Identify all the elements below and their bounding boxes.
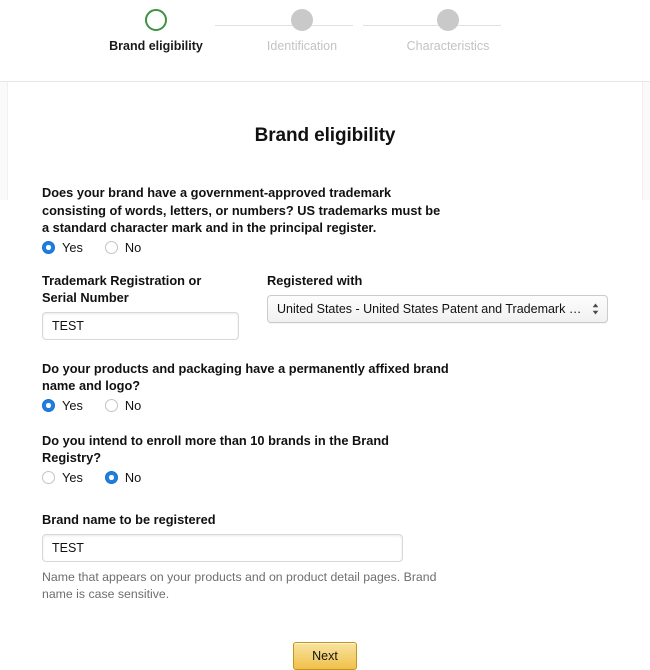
question-affixed-brand-group: Do your products and packaging have a pe… xyxy=(42,360,608,413)
radio-button-icon[interactable] xyxy=(105,399,118,412)
question-trademark-text: Does your brand have a government-approv… xyxy=(42,184,450,237)
form-content: Brand eligibility Does your brand have a… xyxy=(0,82,650,670)
registered-with-field-group: Registered with United States - United S… xyxy=(267,272,608,340)
stepper-step-label: Characteristics xyxy=(407,38,490,54)
radio-button-icon[interactable] xyxy=(42,399,55,412)
brand-eligibility-form: Does your brand have a government-approv… xyxy=(42,184,608,670)
question-enroll-brands-group: Do you intend to enroll more than 10 bra… xyxy=(42,432,608,485)
radio-button-icon[interactable] xyxy=(42,471,55,484)
radio-label: No xyxy=(125,241,141,255)
registered-with-label: Registered with xyxy=(267,272,608,289)
question-affixed-brand-text: Do your products and packaging have a pe… xyxy=(42,360,450,395)
radio-option-enroll-yes[interactable]: Yes xyxy=(42,471,83,485)
trademark-number-label: Trademark Registration or Serial Number xyxy=(42,272,239,306)
next-button[interactable]: Next xyxy=(293,642,357,670)
brand-name-input[interactable] xyxy=(42,534,403,562)
step-circle-pending-icon xyxy=(437,9,459,31)
radio-button-icon[interactable] xyxy=(105,241,118,254)
radio-option-enroll-no[interactable]: No xyxy=(105,471,141,485)
stepper-step-brand-eligibility[interactable]: Brand eligibility xyxy=(96,6,216,54)
step-dot-wrap xyxy=(291,6,313,34)
brand-name-help-text: Name that appears on your products and o… xyxy=(42,569,464,604)
trademark-number-input[interactable] xyxy=(42,312,239,340)
question-affixed-brand-radio-group: Yes No xyxy=(42,399,608,413)
page-body: Brand eligibility Does your brand have a… xyxy=(0,82,650,613)
radio-label: No xyxy=(125,471,141,485)
radio-label: No xyxy=(125,399,141,413)
radio-option-affixed-no[interactable]: No xyxy=(105,399,141,413)
radio-button-icon[interactable] xyxy=(42,241,55,254)
step-dot-wrap xyxy=(145,6,167,34)
radio-label: Yes xyxy=(62,399,83,413)
question-trademark-radio-group: Yes No xyxy=(42,241,608,255)
registered-with-select-wrap: United States - United States Patent and… xyxy=(267,295,608,323)
question-enroll-brands-text: Do you intend to enroll more than 10 bra… xyxy=(42,432,450,467)
stepper-header: Brand eligibility Identification Charact… xyxy=(0,0,650,82)
step-circle-active-icon xyxy=(145,9,167,31)
progress-stepper: Brand eligibility Identification Charact… xyxy=(96,6,508,54)
step-circle-pending-icon xyxy=(291,9,313,31)
step-dot-wrap xyxy=(437,6,459,34)
trademark-number-field-group: Trademark Registration or Serial Number xyxy=(42,272,239,340)
form-actions: Next xyxy=(42,642,608,670)
radio-label: Yes xyxy=(62,241,83,255)
trademark-fields-row: Trademark Registration or Serial Number … xyxy=(42,272,608,340)
radio-option-trademark-yes[interactable]: Yes xyxy=(42,241,83,255)
radio-button-icon[interactable] xyxy=(105,471,118,484)
brand-name-field-group: Brand name to be registered Name that ap… xyxy=(42,511,608,604)
brand-name-label: Brand name to be registered xyxy=(42,511,608,528)
radio-label: Yes xyxy=(62,471,83,485)
stepper-step-label: Identification xyxy=(267,38,337,54)
page-title: Brand eligibility xyxy=(42,82,608,147)
radio-option-affixed-yes[interactable]: Yes xyxy=(42,399,83,413)
brand-name-input-wrap xyxy=(42,534,403,562)
question-enroll-brands-radio-group: Yes No xyxy=(42,471,608,485)
registered-with-select[interactable]: United States - United States Patent and… xyxy=(267,295,608,323)
radio-option-trademark-no[interactable]: No xyxy=(105,241,141,255)
stepper-step-identification[interactable]: Identification xyxy=(242,6,362,54)
stepper-step-label: Brand eligibility xyxy=(109,38,203,54)
stepper-step-characteristics[interactable]: Characteristics xyxy=(388,6,508,54)
